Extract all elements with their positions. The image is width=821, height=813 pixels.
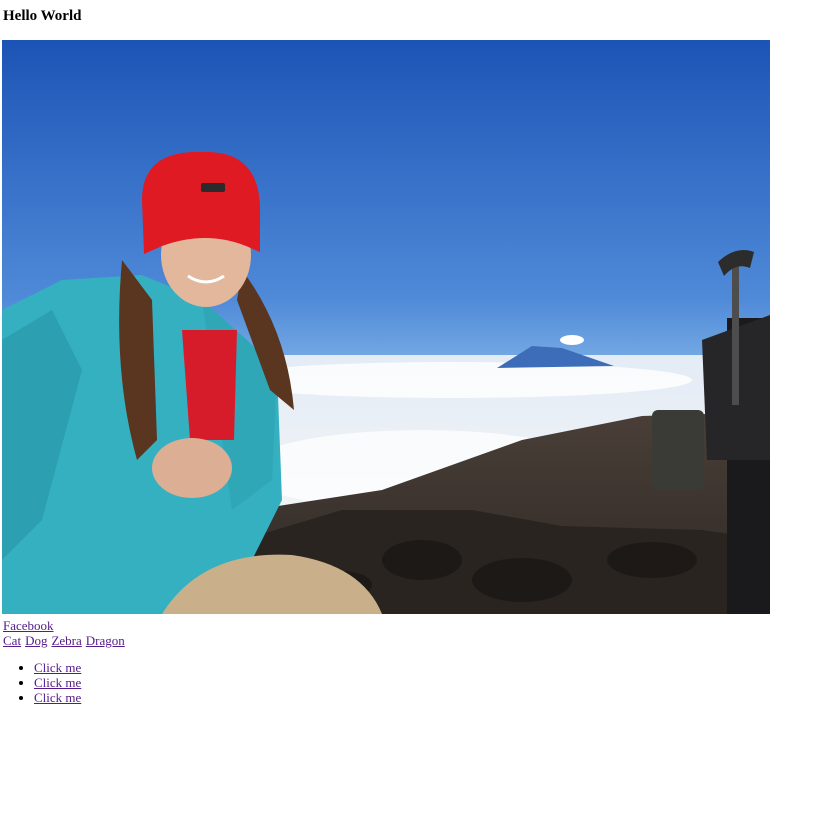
list-item: Click me: [34, 690, 81, 705]
click-me-list: Click me Click me Click me: [0, 660, 81, 705]
click-me-link-3[interactable]: Click me: [34, 690, 81, 705]
click-me-link-2[interactable]: Click me: [34, 675, 81, 690]
list-item: Click me: [34, 660, 81, 675]
summit-photo: [2, 40, 770, 614]
cat-link[interactable]: Cat: [3, 633, 21, 648]
click-me-link-1[interactable]: Click me: [34, 660, 81, 675]
list-item: Click me: [34, 675, 81, 690]
page-title: Hello World: [3, 8, 82, 24]
animal-links: Cat Dog Zebra Dragon: [3, 632, 125, 650]
zebra-link[interactable]: Zebra: [51, 633, 81, 648]
dog-link[interactable]: Dog: [25, 633, 47, 648]
dragon-link[interactable]: Dragon: [86, 633, 125, 648]
facebook-link[interactable]: Facebook: [3, 618, 54, 633]
